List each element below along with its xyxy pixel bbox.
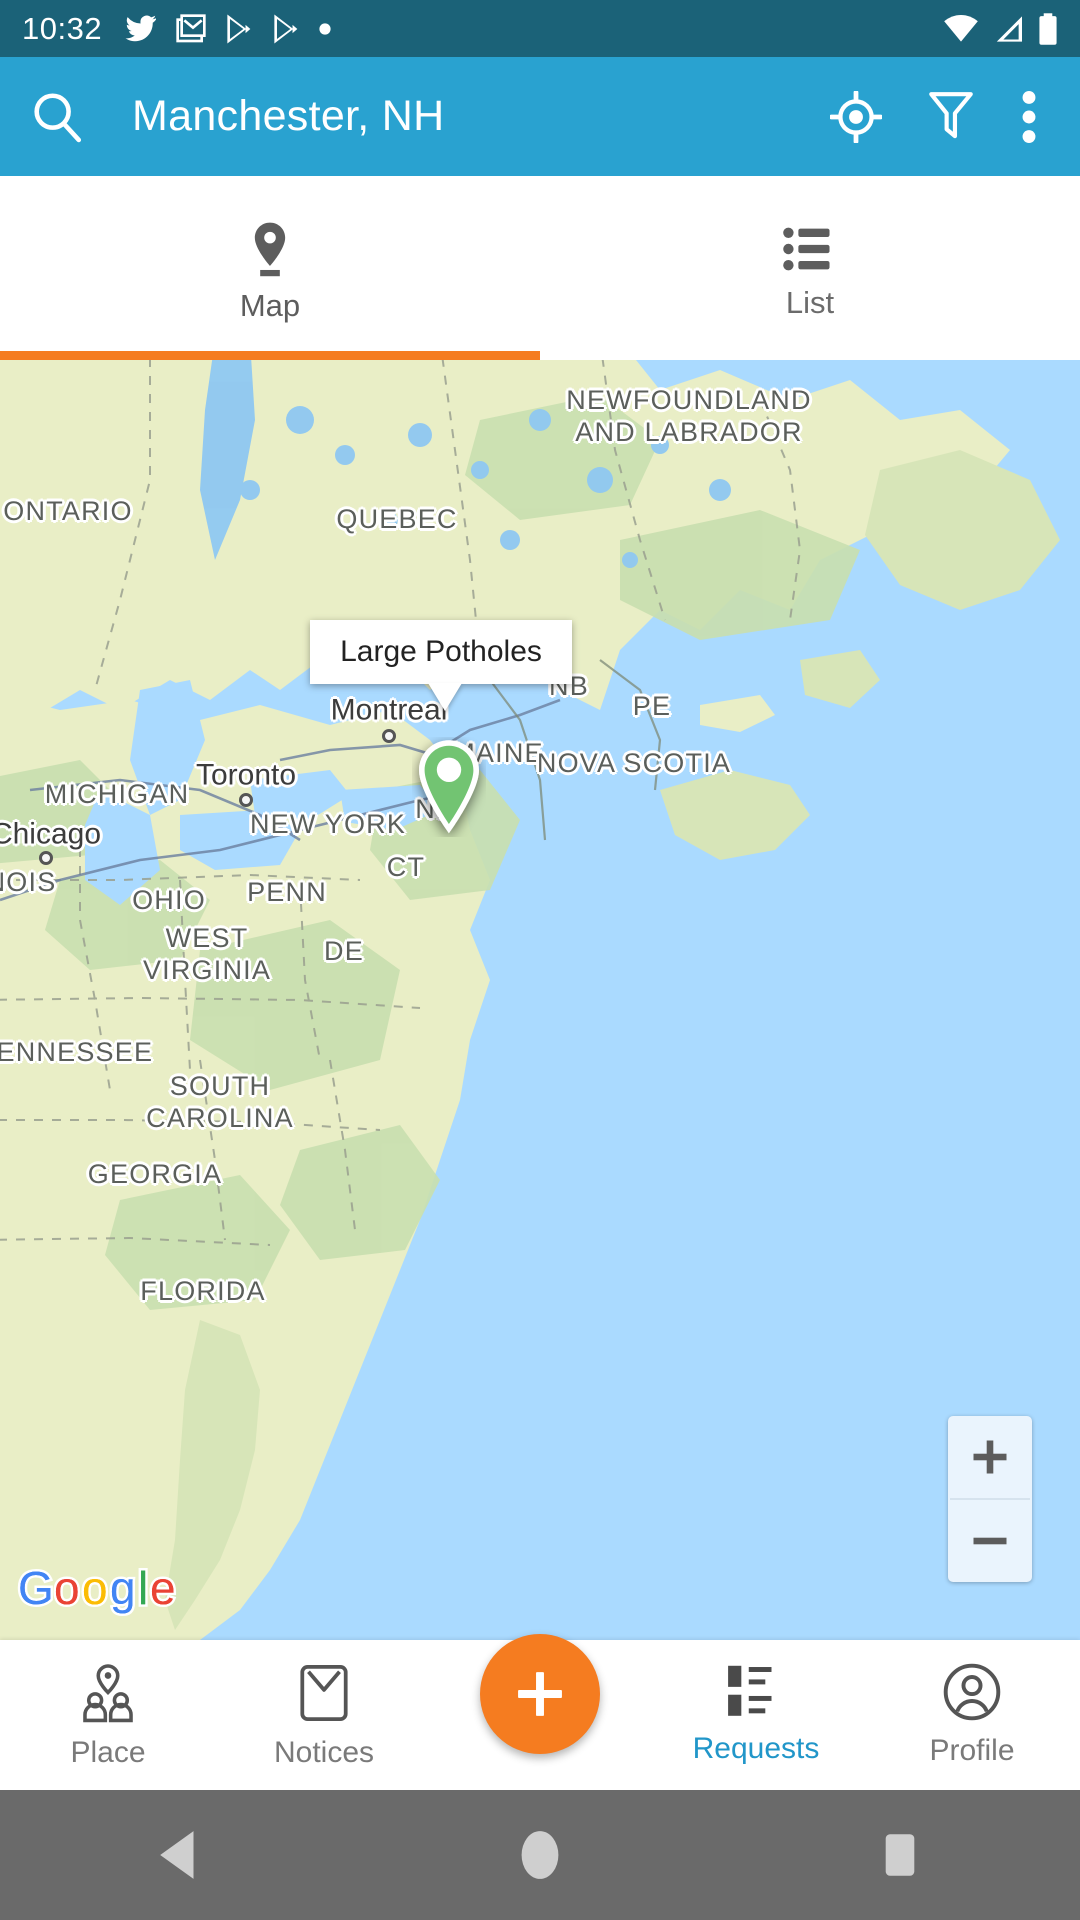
android-home-button[interactable] xyxy=(360,1827,720,1883)
filter-funnel-icon[interactable] xyxy=(927,90,975,144)
map-marker-callout-tail xyxy=(428,683,462,711)
svg-text:g: g xyxy=(110,1562,136,1614)
status-bar-clock: 10:32 xyxy=(22,10,103,46)
battery-icon xyxy=(1039,12,1057,45)
tab-map[interactable]: Map xyxy=(0,176,540,360)
person-circle-icon xyxy=(943,1663,1001,1721)
add-request-fab[interactable] xyxy=(480,1634,600,1754)
map-pin-icon xyxy=(254,222,286,277)
zoom-in-button[interactable] xyxy=(948,1416,1032,1498)
tab-list[interactable]: List xyxy=(540,176,1080,360)
map-marker-icon[interactable] xyxy=(412,737,486,837)
nav-item-profile[interactable]: Profile xyxy=(864,1640,1080,1768)
app-bar-title: Manchester, NH xyxy=(132,92,445,140)
svg-text:l: l xyxy=(138,1562,148,1614)
dot-icon xyxy=(319,22,331,35)
gmail-icon xyxy=(176,13,206,42)
search-icon[interactable] xyxy=(28,88,86,146)
home-icon xyxy=(521,1831,559,1879)
svg-text:o: o xyxy=(82,1562,108,1614)
tab-map-label: Map xyxy=(239,288,301,323)
svg-text:o: o xyxy=(54,1562,80,1614)
cell-signal-icon xyxy=(996,15,1022,42)
minus-icon xyxy=(973,1537,1007,1545)
city-dot xyxy=(39,851,53,865)
status-bar-notification-icons xyxy=(124,13,332,45)
status-bar: 10:32 xyxy=(0,0,1080,57)
svg-text:G: G xyxy=(18,1562,54,1614)
list-icon xyxy=(783,227,830,271)
play-store-icon xyxy=(227,13,251,44)
city-dot xyxy=(382,729,396,743)
nav-item-place[interactable]: Place xyxy=(0,1640,216,1770)
phone-screen: 10:32 Manchester, NH Map List ONTARIO QU… xyxy=(0,0,1080,1920)
play-store-icon xyxy=(274,13,298,44)
plus-icon xyxy=(973,1440,1007,1474)
tab-active-indicator xyxy=(0,351,540,360)
map-marker-callout[interactable]: Large Potholes xyxy=(310,620,572,684)
map-canvas[interactable]: ONTARIO QUEBEC NEWFOUNDLAND AND LABRADOR … xyxy=(0,360,1080,1640)
nav-item-notices-label: Notices xyxy=(273,1736,375,1769)
nav-item-requests-label: Requests xyxy=(692,1732,820,1765)
tab-bar: Map List xyxy=(0,176,1080,360)
map-geometry xyxy=(0,360,1080,1640)
map-marker-callout-label: Large Potholes xyxy=(340,635,542,668)
recents-icon xyxy=(885,1834,915,1876)
envelope-icon xyxy=(300,1664,348,1722)
request-list-icon xyxy=(728,1665,772,1716)
twitter-icon xyxy=(125,15,157,41)
android-navigation-bar xyxy=(0,1790,1080,1920)
svg-text:e: e xyxy=(150,1562,176,1614)
android-back-button[interactable] xyxy=(0,1828,360,1882)
nav-item-profile-label: Profile xyxy=(929,1734,1015,1767)
people-place-icon xyxy=(83,1664,133,1723)
tab-list-label: List xyxy=(785,285,835,320)
plus-icon xyxy=(518,1672,562,1716)
nav-item-place-label: Place xyxy=(70,1736,146,1769)
status-bar-system-icons xyxy=(944,12,1058,45)
zoom-out-button[interactable] xyxy=(948,1500,1032,1582)
google-logo: G G o o o o g g l l e e xyxy=(16,1562,179,1617)
back-icon xyxy=(160,1831,194,1879)
app-bar-actions xyxy=(830,90,1052,144)
overflow-menu-icon[interactable] xyxy=(1020,90,1038,144)
nav-item-notices[interactable]: Notices xyxy=(216,1640,432,1770)
wifi-icon xyxy=(944,14,978,42)
my-location-icon[interactable] xyxy=(830,90,882,143)
map-zoom-controls xyxy=(948,1416,1032,1582)
android-recents-button[interactable] xyxy=(720,1829,1080,1881)
app-bar: Manchester, NH xyxy=(0,57,1080,176)
city-dot xyxy=(239,793,253,807)
nav-item-requests[interactable]: Requests xyxy=(648,1640,864,1766)
